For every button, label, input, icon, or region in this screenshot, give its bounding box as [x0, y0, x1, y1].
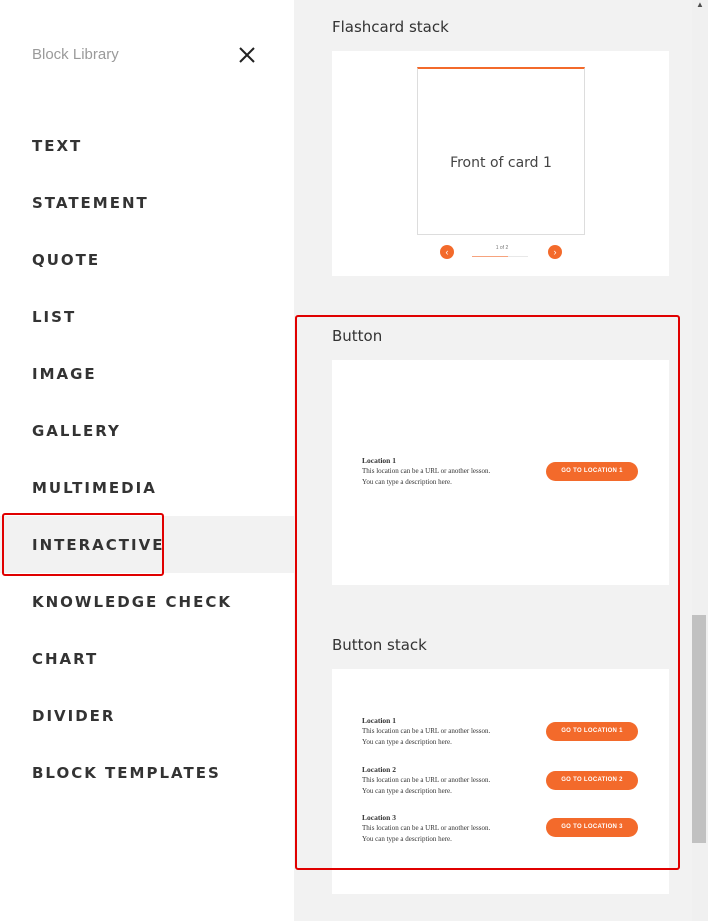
location-title: Location 1 — [362, 456, 396, 465]
location-desc-line: This location can be a URL or another le… — [362, 776, 491, 784]
sidebar-title: Block Library — [32, 46, 119, 63]
location-desc-line: You can type a description here. — [362, 835, 452, 843]
location-desc-line: You can type a description here. — [362, 787, 452, 795]
sidebar-item-image[interactable]: IMAGE — [0, 345, 294, 402]
location-desc-line: This location can be a URL or another le… — [362, 467, 491, 475]
location-desc-line: You can type a description here. — [362, 478, 452, 486]
sidebar-item-label: STATEMENT — [32, 193, 149, 212]
flashcard-stack-title: Flashcard stack — [332, 18, 449, 36]
close-icon — [239, 47, 255, 63]
sidebar-item-text[interactable]: TEXT — [0, 117, 294, 174]
scrollbar[interactable]: ▲ — [692, 0, 708, 921]
location-desc-line: This location can be a URL or another le… — [362, 824, 491, 832]
sidebar-item-label: GALLERY — [32, 421, 121, 440]
chevron-right-icon[interactable]: › — [548, 245, 562, 259]
sidebar-item-label: MULTIMEDIA — [32, 478, 157, 497]
sidebar-item-knowledge-check[interactable]: KNOWLEDGE CHECK — [0, 573, 294, 630]
go-to-location-button[interactable]: GO TO LOCATION 2 — [546, 771, 638, 790]
sidebar-item-statement[interactable]: STATEMENT — [0, 174, 294, 231]
flashcard-front-text: Front of card 1 — [450, 155, 552, 171]
block-library-sidebar: Block Library TEXT STATEMENT QUOTE LIST … — [0, 0, 294, 921]
sidebar-item-quote[interactable]: QUOTE — [0, 231, 294, 288]
sidebar-item-label: DIVIDER — [32, 706, 116, 725]
sidebar-item-label: BLOCK TEMPLATES — [32, 763, 221, 782]
go-to-location-button[interactable]: GO TO LOCATION 1 — [546, 462, 638, 481]
flashcard-progress-fill — [472, 256, 508, 257]
scroll-up-arrow-icon[interactable]: ▲ — [696, 0, 704, 9]
sidebar-item-gallery[interactable]: GALLERY — [0, 402, 294, 459]
close-button[interactable] — [236, 44, 258, 66]
sidebar-item-chart[interactable]: CHART — [0, 630, 294, 687]
scrollbar-thumb[interactable] — [692, 615, 706, 843]
sidebar-item-multimedia[interactable]: MULTIMEDIA — [0, 459, 294, 516]
go-to-location-button[interactable]: GO TO LOCATION 1 — [546, 722, 638, 741]
flashcard: Front of card 1 — [417, 67, 585, 235]
sidebar-item-divider[interactable]: DIVIDER — [0, 687, 294, 744]
button-block-title: Button — [332, 327, 383, 345]
location-description: Location 2 This location can be a URL or… — [362, 765, 542, 797]
chevron-left-icon[interactable]: ‹ — [440, 245, 454, 259]
sidebar-item-label: IMAGE — [32, 364, 97, 383]
sidebar-item-list[interactable]: LIST — [0, 288, 294, 345]
sidebar-item-label: LIST — [32, 307, 77, 326]
sidebar-item-label: CHART — [32, 649, 99, 668]
sidebar-item-label: INTERACTIVE — [32, 535, 165, 554]
sidebar-item-label: QUOTE — [32, 250, 101, 269]
location-desc-line: You can type a description here. — [362, 738, 452, 746]
location-desc-line: This location can be a URL or another le… — [362, 727, 491, 735]
button-stack-title: Button stack — [332, 636, 427, 654]
sidebar-item-block-templates[interactable]: BLOCK TEMPLATES — [0, 744, 294, 801]
location-description: Location 3 This location can be a URL or… — [362, 813, 542, 845]
location-description: Location 1 This location can be a URL or… — [362, 456, 542, 488]
location-title: Location 2 — [362, 765, 396, 774]
sidebar-item-label: KNOWLEDGE CHECK — [32, 592, 232, 611]
sidebar-item-interactive[interactable]: INTERACTIVE — [0, 516, 294, 573]
sidebar-item-label: TEXT — [32, 136, 83, 155]
location-title: Location 1 — [362, 716, 396, 725]
block-preview-panel: Flashcard stack Front of card 1 ‹ 1 of 2… — [294, 0, 692, 921]
button-block-preview[interactable]: Location 1 This location can be a URL or… — [332, 360, 669, 585]
flashcard-counter: 1 of 2 — [495, 245, 509, 251]
location-description: Location 1 This location can be a URL or… — [362, 716, 542, 748]
location-title: Location 3 — [362, 813, 396, 822]
button-stack-preview[interactable]: Location 1 This location can be a URL or… — [332, 669, 669, 894]
flashcard-stack-preview[interactable]: Front of card 1 ‹ 1 of 2 › — [332, 51, 669, 276]
go-to-location-button[interactable]: GO TO LOCATION 3 — [546, 818, 638, 837]
